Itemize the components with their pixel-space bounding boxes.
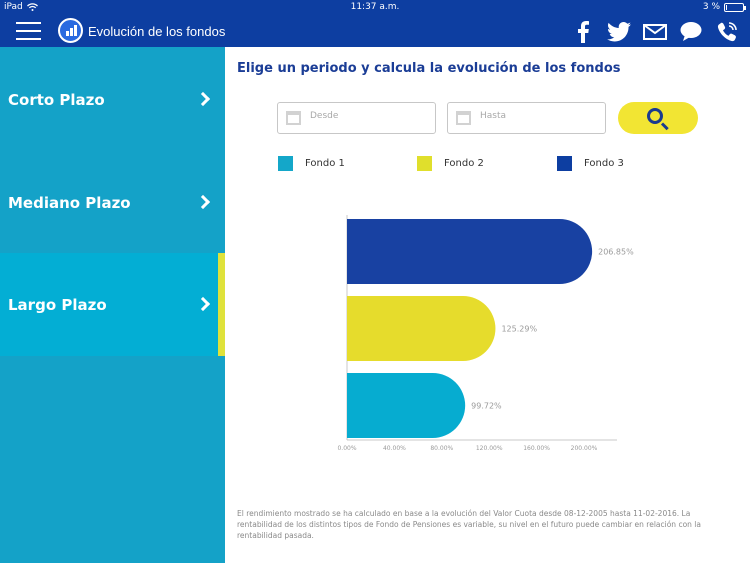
x-tick-label: 0.00% [337, 445, 356, 452]
status-right: 3 % [702, 2, 746, 12]
bar-fondo-2 [347, 296, 496, 361]
chevron-right-icon [195, 91, 211, 107]
chevron-right-icon [195, 194, 211, 210]
bar-fondo-3 [347, 219, 593, 284]
x-tick-label: 200.00% [571, 445, 598, 452]
sidebar-item-label: Largo Plazo [8, 296, 107, 314]
x-tick-label: 160.00% [523, 445, 550, 452]
bar-value-label: 125.29% [501, 325, 537, 334]
status-time: 11:37 a.m. [350, 2, 400, 12]
phone-icon[interactable] [714, 19, 740, 45]
bar-value-label: 206.85% [598, 248, 634, 257]
battery-icon [724, 2, 746, 12]
battery-percent: 3 % [702, 2, 720, 12]
sidebar-item-corto-plazo[interactable]: Corto Plazo [0, 47, 225, 151]
bar-chart-icon [58, 18, 83, 43]
sidebar-item-label: Corto Plazo [8, 91, 105, 109]
active-indicator [218, 253, 225, 356]
menu-icon[interactable] [16, 22, 41, 41]
chevron-right-icon [195, 296, 211, 312]
chat-icon[interactable] [678, 19, 704, 45]
disclaimer-text: El rendimiento mostrado se ha calculado … [237, 509, 701, 540]
sidebar-item-label: Mediano Plazo [8, 194, 131, 212]
page-title: Evolución de los fondos [88, 24, 226, 39]
sidebar-item-mediano-plazo[interactable]: Mediano Plazo [0, 151, 225, 253]
sidebar: Corto Plazo Mediano Plazo Largo Plazo [0, 47, 225, 563]
bar-value-label: 99.72% [471, 402, 502, 411]
mail-icon[interactable] [642, 19, 668, 45]
bar-chart: 206.85% 125.29% 99.72% 0.00% 40.00% 80.00% 120… [337, 215, 634, 452]
x-tick-label: 80.00% [430, 445, 453, 452]
main-content: Elige un periodo y calcula la evolución … [225, 47, 750, 563]
bar-fondo-1 [347, 373, 466, 438]
status-bar: iPad 11:37 a.m. 3 % [0, 0, 750, 16]
sidebar-item-largo-plazo[interactable]: Largo Plazo [0, 253, 225, 356]
twitter-icon[interactable] [606, 19, 632, 45]
x-tick-label: 120.00% [476, 445, 503, 452]
x-tick-label: 40.00% [383, 445, 406, 452]
share-actions [570, 19, 740, 45]
nav-bar: Evolución de los fondos [0, 16, 750, 47]
facebook-icon[interactable] [570, 19, 596, 45]
